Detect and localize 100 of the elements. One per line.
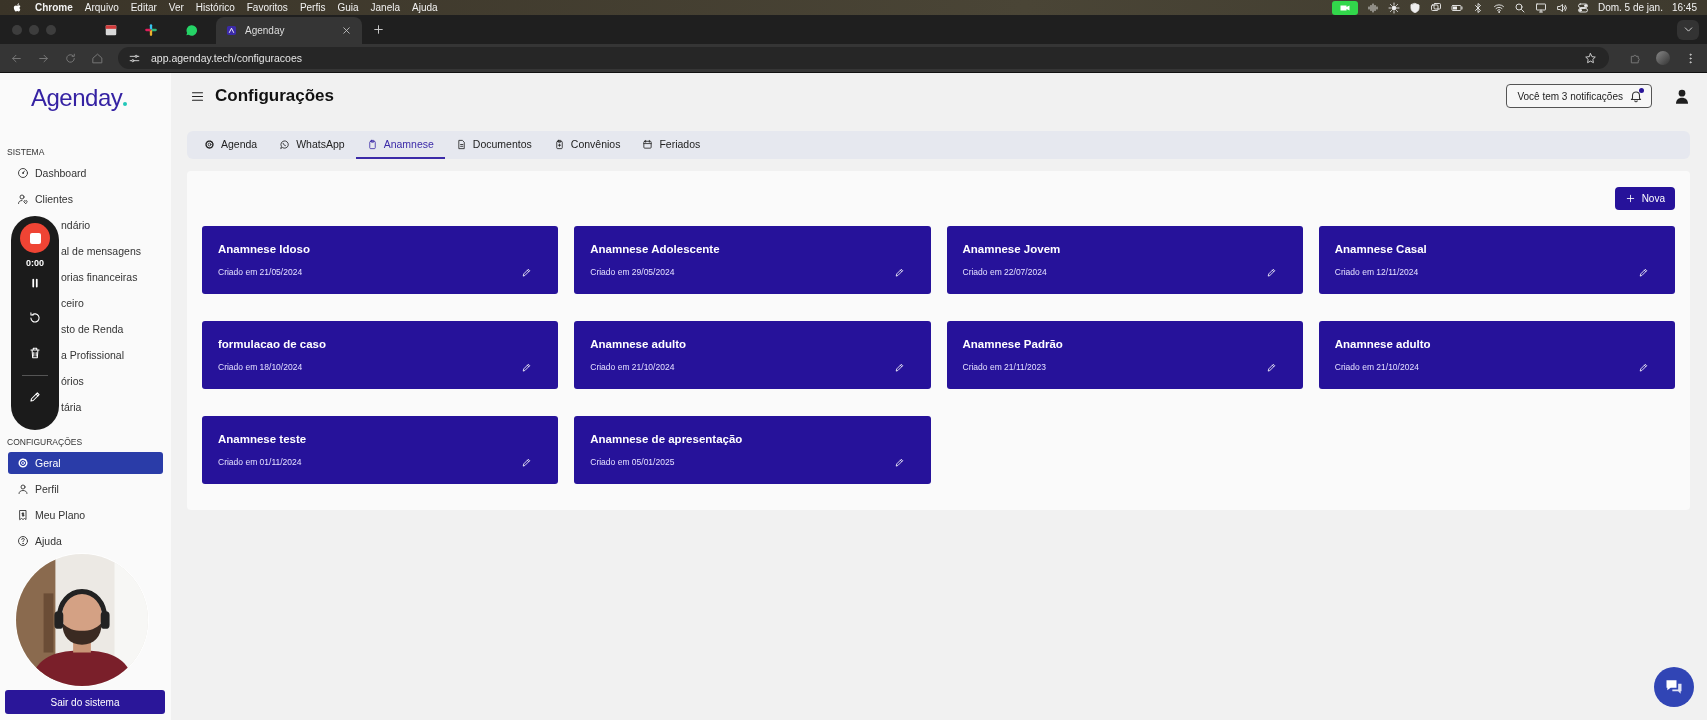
tab[interactable]: Agenda — [193, 131, 269, 159]
tab[interactable]: Documentos — [444, 131, 543, 159]
menu-item[interactable]: Guia — [337, 2, 359, 13]
tab-title: Agenday — [245, 25, 286, 36]
menu-item[interactable]: Favoritos — [246, 2, 288, 13]
new-tab-icon[interactable] — [372, 23, 385, 36]
card-title: Anamnese adulto — [590, 337, 688, 352]
form-card[interactable]: Anamnese de apresentação Criado em 05/01/2025 — [574, 416, 931, 484]
card-title: Anamnese teste — [218, 432, 308, 447]
card-title: Anamnese Jovem — [962, 242, 1062, 257]
display-icon[interactable] — [1534, 1, 1547, 14]
brightness-icon[interactable] — [1387, 1, 1400, 14]
pencil-icon[interactable] — [28, 390, 42, 404]
form-card[interactable]: Anamnese teste Criado em 01/11/2024 — [202, 416, 559, 484]
sidebar-item[interactable]: ndário — [61, 214, 163, 236]
pencil-icon[interactable] — [521, 456, 533, 468]
menu-item[interactable]: Ajuda — [412, 2, 438, 13]
chat-icon[interactable] — [184, 22, 198, 37]
stop-button[interactable] — [20, 223, 50, 253]
pencil-icon[interactable] — [1265, 266, 1277, 278]
created-date: Criado em 18/10/2024 — [218, 362, 303, 372]
address-bar[interactable]: app.agenday.tech/configuracoes — [118, 47, 1609, 69]
created-date: Criado em 22/07/2024 — [962, 267, 1047, 277]
sidebar-item[interactable]: Geral — [8, 452, 163, 474]
section-label: CONFIGURAÇÕES — [7, 436, 84, 448]
sidebar-item[interactable]: orias financeiras — [61, 266, 163, 288]
app-menu[interactable]: Chrome — [35, 2, 73, 13]
sidebar-item[interactable]: Clientes — [8, 188, 163, 210]
pencil-icon[interactable] — [893, 456, 905, 468]
pencil-icon[interactable] — [893, 266, 905, 278]
menu-item[interactable]: Janela — [370, 2, 401, 13]
sidebar-item[interactable]: al de mensagens — [61, 240, 163, 262]
restart-icon[interactable] — [28, 311, 42, 325]
form-card[interactable]: Anamnese Jovem Criado em 22/07/2024 — [946, 226, 1303, 294]
pencil-icon[interactable] — [1638, 361, 1649, 373]
sidebar-item[interactable]: Dashboard — [8, 162, 163, 184]
chat-bubble-icon — [279, 138, 291, 150]
browser-tab[interactable]: Agenday — [216, 17, 362, 44]
volume-icon[interactable] — [1555, 1, 1568, 14]
sidebar-item[interactable]: Meu Plano — [8, 504, 163, 526]
menu-item[interactable]: Histórico — [195, 2, 235, 13]
menu-item[interactable]: Editar — [130, 2, 157, 13]
reload-icon[interactable] — [64, 51, 77, 65]
camera-indicator[interactable] — [1331, 0, 1358, 15]
menu-item[interactable]: Arquivo — [84, 2, 119, 13]
sidebar-item[interactable]: Ajuda — [8, 530, 163, 552]
bookmark-star-icon[interactable] — [1584, 51, 1597, 65]
form-card[interactable]: Anamnese Padrão Criado em 21/11/2023 — [946, 321, 1303, 389]
wifi-icon[interactable] — [1492, 1, 1505, 14]
receipt-icon — [17, 509, 29, 521]
form-card[interactable]: Anamnese Casal Criado em 12/11/2024 — [1318, 226, 1675, 294]
tab[interactable]: Feriados — [631, 131, 712, 159]
calendar-icon[interactable] — [104, 22, 118, 37]
logo-icon — [226, 25, 237, 36]
form-card[interactable]: Anamnese adulto Criado em 21/10/2024 — [1318, 321, 1675, 389]
form-card[interactable]: Anamnese adulto Criado em 21/10/2024 — [574, 321, 931, 389]
tab-search-button[interactable] — [1677, 19, 1699, 40]
pencil-icon[interactable] — [893, 361, 905, 373]
search-icon[interactable] — [1513, 1, 1526, 14]
pencil-icon[interactable] — [1265, 361, 1277, 373]
sidebar-item[interactable]: Perfil — [8, 478, 163, 500]
pencil-icon[interactable] — [1638, 266, 1649, 278]
new-button[interactable]: Nova — [1614, 187, 1675, 210]
tab[interactable]: Convênios — [542, 131, 632, 159]
control-center-icon[interactable] — [1576, 1, 1589, 14]
sidebar-item[interactable]: sto de Renda — [61, 318, 163, 340]
form-card[interactable]: Anamnese Adolescente Criado em 29/05/2024 — [574, 226, 931, 294]
notifications-button[interactable]: Você tem 3 notificações — [1506, 84, 1652, 108]
user-icon[interactable] — [1674, 87, 1690, 105]
timer-text: 0:00 — [26, 258, 44, 268]
sidebar-item[interactable]: a Profissional — [61, 344, 163, 366]
tab[interactable]: WhatsApp — [268, 131, 356, 159]
menu-item[interactable]: Perfis — [299, 2, 326, 13]
user-heart-icon — [17, 193, 29, 205]
close-icon[interactable] — [341, 25, 352, 36]
logout-button[interactable]: Sair do sistema — [5, 690, 165, 714]
menu-item[interactable]: Ver — [168, 2, 184, 13]
sidebar-item[interactable]: órios — [61, 370, 163, 392]
pencil-icon[interactable] — [521, 361, 533, 373]
profile-avatar[interactable] — [1656, 51, 1670, 65]
plus-icon — [1624, 193, 1636, 204]
menu-bar-date[interactable]: Dom. 5 de jan. — [1597, 2, 1663, 13]
pinwheel-icon[interactable] — [144, 22, 158, 37]
form-card[interactable]: formulacao de caso Criado em 18/10/2024 — [202, 321, 559, 389]
apple-icon[interactable] — [12, 2, 23, 13]
created-date: Criado em 29/05/2024 — [590, 267, 675, 277]
menu-bar-clock[interactable]: 16:45 — [1671, 2, 1697, 13]
card-title: Anamnese adulto — [1334, 337, 1432, 352]
card-title: Anamnese Casal — [1334, 242, 1428, 257]
chat-button[interactable] — [1654, 667, 1694, 707]
tab[interactable]: Anamnese — [355, 131, 445, 159]
form-card[interactable]: Anamnese Idoso Criado em 21/05/2024 — [202, 226, 559, 294]
card-title: Anamnese Idoso — [218, 242, 312, 257]
trash-icon[interactable] — [28, 346, 42, 360]
sidebar-item[interactable]: tária — [61, 396, 163, 418]
sidebar-item[interactable]: ceiro — [61, 292, 163, 314]
windows-icon[interactable] — [1429, 1, 1442, 14]
shield-icon[interactable] — [1408, 1, 1421, 14]
user-icon — [17, 483, 29, 495]
pencil-icon[interactable] — [521, 266, 533, 278]
